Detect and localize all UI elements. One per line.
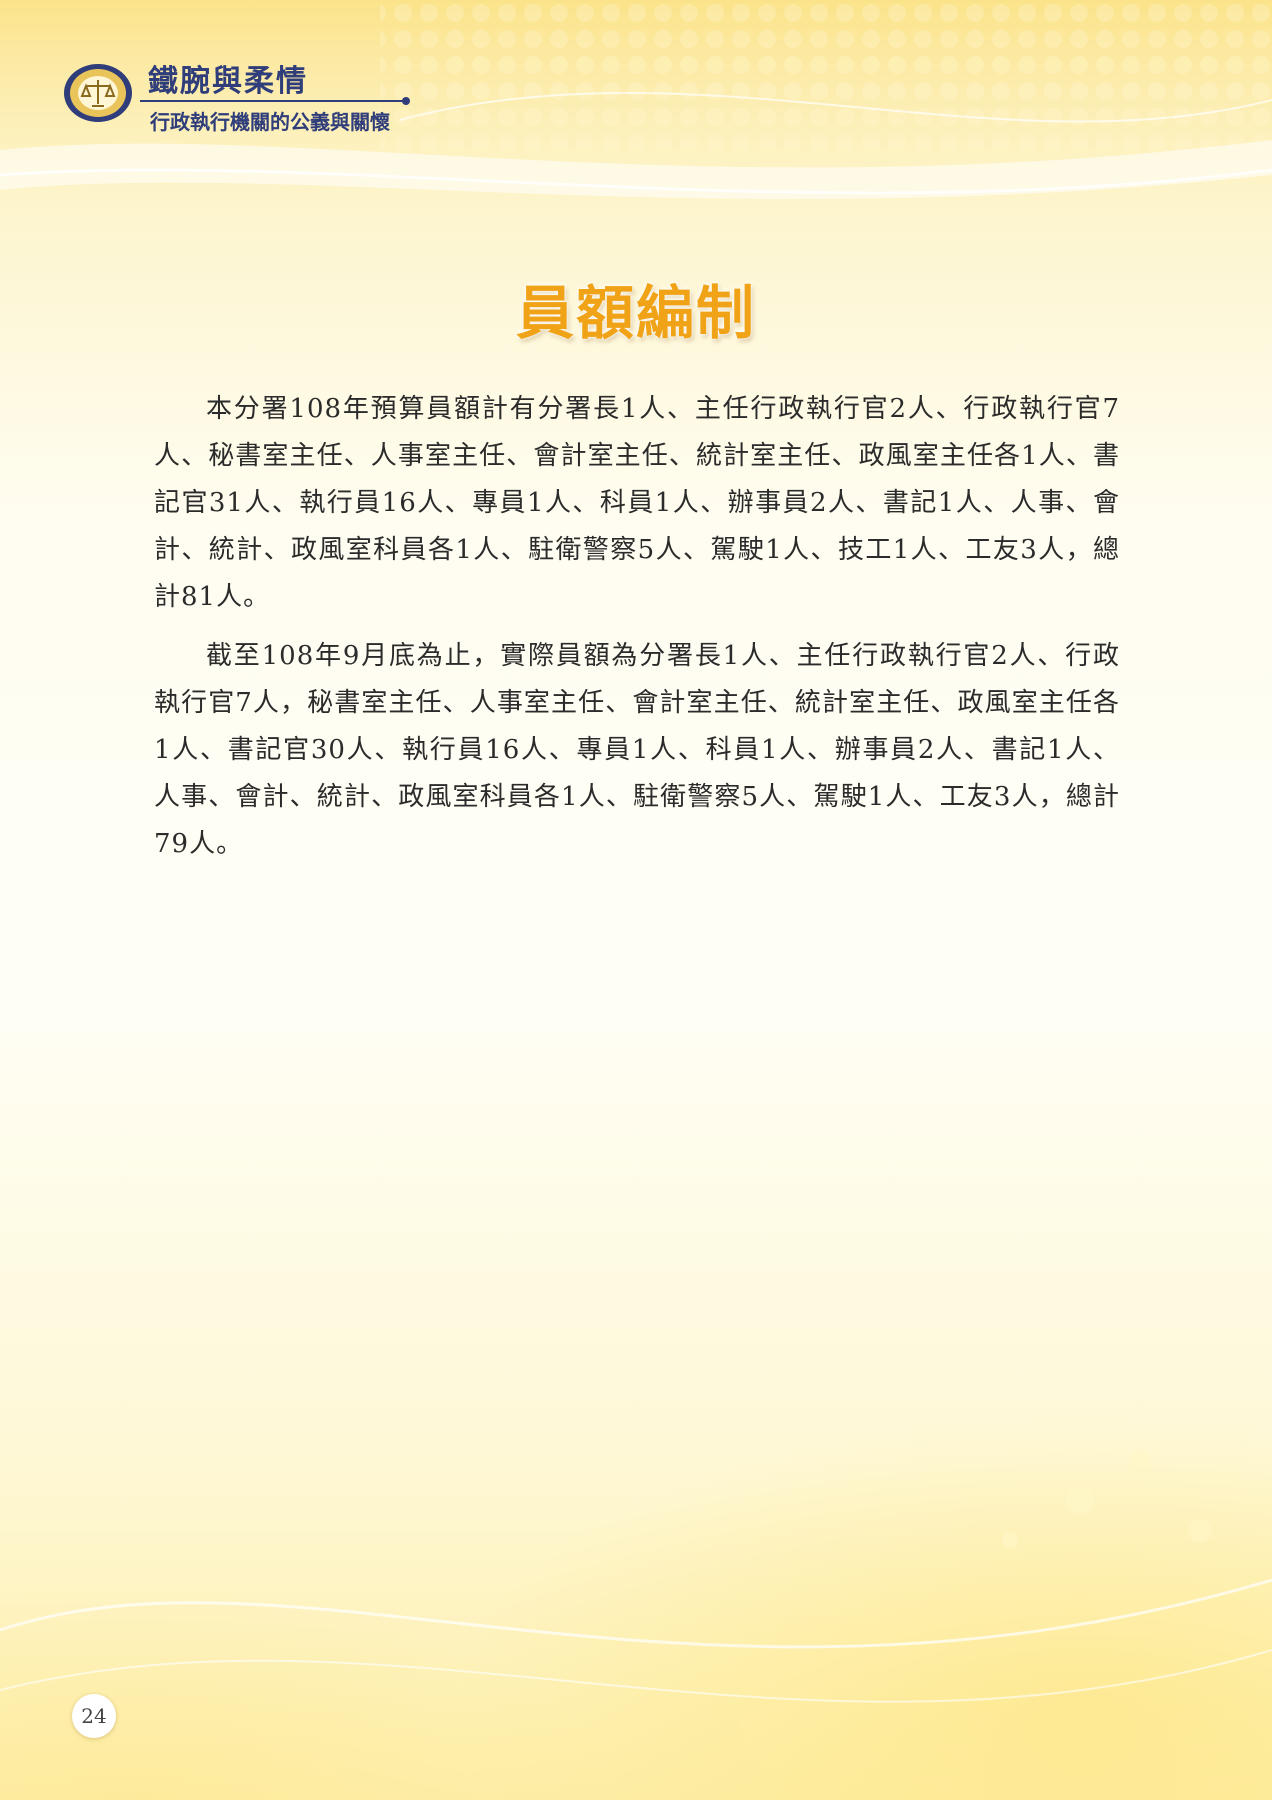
footer-decoration — [0, 1450, 1272, 1703]
header-title: 鐵腕與柔情 — [148, 64, 308, 99]
body-text: 本分署108年預算員額計有分署長1人、主任行政執行官2人、行政執行官7人、秘書室… — [154, 386, 1120, 880]
page-number: 24 — [72, 1694, 116, 1738]
paragraph-budget-staffing: 本分署108年預算員額計有分署長1人、主任行政執行官2人、行政執行官7人、秘書室… — [154, 394, 1120, 612]
section-title: 員額編制 — [515, 279, 756, 347]
header-divider — [140, 97, 410, 105]
header-subtitle: 行政執行機關的公義與關懷 — [150, 110, 390, 134]
paragraph-actual-staffing: 截至108年9月底為止，實際員額為分署長1人、主任行政執行官2人、行政執行官7人… — [154, 641, 1120, 859]
agency-logo-icon — [64, 64, 132, 122]
